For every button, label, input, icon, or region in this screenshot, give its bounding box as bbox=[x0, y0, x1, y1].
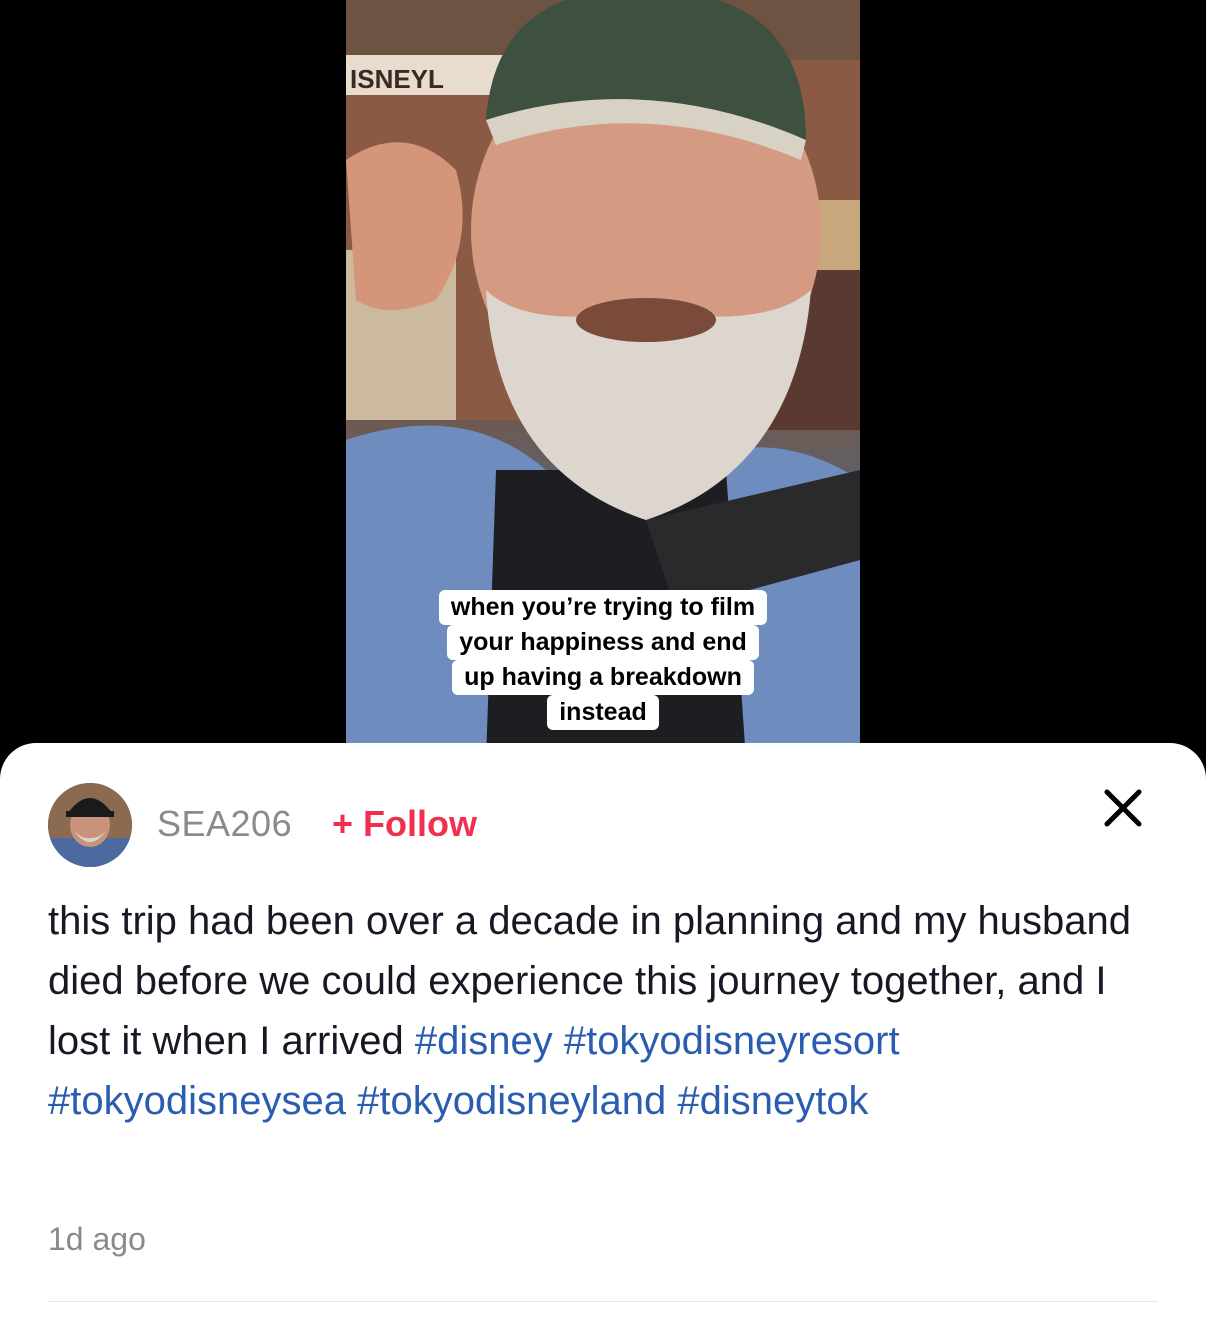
username[interactable]: SEA206 bbox=[157, 803, 292, 845]
video-frame[interactable]: ISNEYL when you’re trying to film your h… bbox=[346, 0, 860, 760]
video-caption: when you’re trying to film your happines… bbox=[346, 590, 860, 730]
avatar[interactable] bbox=[48, 783, 132, 867]
follow-button[interactable]: + Follow bbox=[332, 803, 477, 845]
hashtag-link[interactable]: #tokyodisneyland bbox=[357, 1079, 666, 1123]
post-description: this trip had been over a decade in plan… bbox=[48, 891, 1158, 1131]
close-icon[interactable] bbox=[1098, 783, 1148, 833]
caption-line: instead bbox=[547, 695, 659, 730]
hashtag-link[interactable]: #disneytok bbox=[677, 1079, 868, 1123]
avatar-image bbox=[48, 783, 132, 867]
caption-line: up having a breakdown bbox=[452, 660, 754, 695]
hashtag-link[interactable]: #disney bbox=[415, 1019, 553, 1063]
description-sheet: SEA206 + Follow this trip had been over … bbox=[0, 743, 1206, 1322]
post-timestamp: 1d ago bbox=[48, 1221, 146, 1257]
video-player[interactable]: ISNEYL when you’re trying to film your h… bbox=[0, 0, 1206, 760]
divider bbox=[48, 1301, 1158, 1302]
caption-line: your happiness and end bbox=[447, 625, 759, 660]
caption-line: when you’re trying to film bbox=[438, 590, 768, 625]
hashtag-link[interactable]: #tokyodisneysea bbox=[48, 1079, 346, 1123]
hashtag-link[interactable]: #tokyodisneyresort bbox=[564, 1019, 900, 1063]
park-sign-text: ISNEYL bbox=[350, 64, 444, 94]
